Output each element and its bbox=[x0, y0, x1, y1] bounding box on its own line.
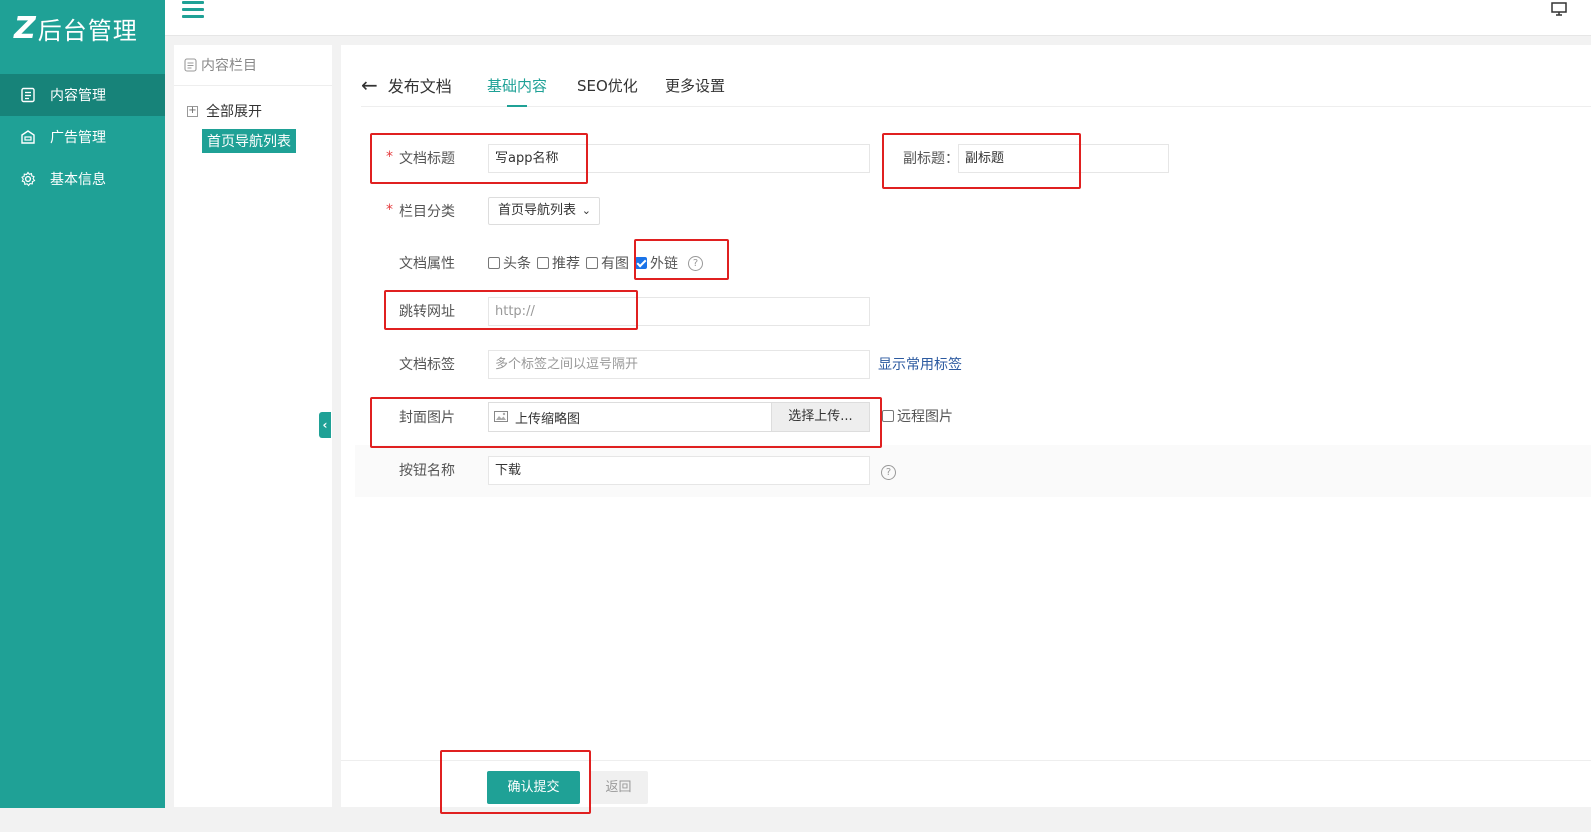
help-icon[interactable]: ? bbox=[881, 465, 896, 480]
sidebar-item-label: 广告管理 bbox=[50, 130, 106, 146]
tree-header-label: 内容栏目 bbox=[201, 58, 257, 74]
back-to-list-button[interactable]: ← 发布文档 bbox=[361, 73, 452, 97]
sidebar-item-label: 内容管理 bbox=[50, 88, 106, 104]
sidebar: Z 后台管理 内容管理 广告管理 基本信息 bbox=[0, 0, 165, 808]
tab-more-settings[interactable]: 更多设置 bbox=[665, 75, 725, 107]
back-button[interactable]: 返回 bbox=[589, 771, 648, 804]
cover-label: 封面图片 bbox=[399, 410, 455, 426]
document-icon bbox=[184, 58, 197, 72]
category-label: * 栏目分类 bbox=[386, 202, 455, 220]
attribute-headline[interactable]: 头条 bbox=[488, 253, 531, 273]
form-row-attributes: 文档属性 头条 推荐 有图 外链 ? bbox=[341, 253, 1591, 293]
monitor-icon[interactable] bbox=[1551, 2, 1567, 16]
top-header bbox=[165, 0, 1591, 36]
sidebar-item-ads[interactable]: 广告管理 bbox=[0, 116, 165, 158]
checkbox[interactable] bbox=[537, 257, 549, 269]
gear-icon bbox=[20, 171, 36, 187]
column-tree-panel: 内容栏目 + 全部展开 首页导航列表 bbox=[174, 45, 332, 807]
required-mark: * bbox=[386, 202, 393, 218]
sidebar-item-content[interactable]: 内容管理 bbox=[0, 74, 165, 116]
attribute-external-link[interactable]: 外链 bbox=[635, 253, 678, 273]
button-name-input[interactable]: 下载 bbox=[488, 456, 870, 485]
tree-node-home-nav[interactable]: 首页导航列表 bbox=[202, 129, 296, 153]
choose-upload-button[interactable]: 选择上传... bbox=[771, 403, 869, 431]
checkbox-checked[interactable] bbox=[635, 257, 647, 269]
tabs-row: ← 发布文档 基础内容 SEO优化 更多设置 bbox=[361, 73, 1591, 107]
logo: Z 后台管理 bbox=[0, 0, 165, 57]
cover-upload-field[interactable]: 上传缩略图 选择上传... bbox=[488, 402, 870, 432]
attributes-checkbox-group: 头条 推荐 有图 外链 ? bbox=[488, 253, 703, 273]
image-icon bbox=[494, 411, 508, 422]
form-row-category: * 栏目分类 首页导航列表 ⌄ bbox=[341, 197, 1591, 241]
tab-basic-content[interactable]: 基础内容 bbox=[487, 75, 547, 107]
tags-input[interactable]: 多个标签之间以逗号隔开 bbox=[488, 350, 870, 379]
show-common-tags-link[interactable]: 显示常用标签 bbox=[878, 354, 962, 374]
logo-mark: Z bbox=[14, 11, 36, 46]
title-input[interactable]: 写app名称 bbox=[488, 144, 870, 173]
sidebar-item-basic-info[interactable]: 基本信息 bbox=[0, 158, 165, 200]
subtitle-input[interactable]: 副标题 bbox=[958, 144, 1169, 173]
main-content: ← 发布文档 基础内容 SEO优化 更多设置 * 文档标题 写app名称 副标题：… bbox=[341, 45, 1591, 807]
attribute-has-image[interactable]: 有图 bbox=[586, 253, 629, 273]
form-row-button-name: 按钮名称 下载 ? bbox=[341, 456, 1591, 500]
tree-header: 内容栏目 bbox=[174, 45, 332, 86]
checkbox[interactable] bbox=[488, 257, 500, 269]
document-icon bbox=[20, 87, 36, 103]
checkbox[interactable] bbox=[586, 257, 598, 269]
redirect-url-label: 跳转网址 bbox=[399, 304, 455, 320]
remote-image-toggle[interactable]: 远程图片 bbox=[882, 406, 953, 426]
back-label: 发布文档 bbox=[387, 77, 452, 96]
menu-toggle-icon[interactable] bbox=[182, 1, 204, 21]
collapse-panel-icon[interactable]: ‹ bbox=[319, 412, 331, 438]
form-footer: 确认提交 返回 bbox=[341, 760, 1591, 807]
tags-label: 文档标签 bbox=[399, 357, 455, 373]
tab-seo[interactable]: SEO优化 bbox=[577, 75, 638, 107]
expand-all-toggle[interactable]: + 全部展开 bbox=[187, 101, 332, 121]
upload-placeholder: 上传缩略图 bbox=[515, 412, 581, 427]
form-row-cover: 封面图片 上传缩略图 选择上传... 远程图片 bbox=[341, 402, 1591, 447]
chevron-down-icon: ⌄ bbox=[581, 204, 591, 217]
submit-button[interactable]: 确认提交 bbox=[487, 771, 580, 804]
form-row-redirect-url: 跳转网址 http:// bbox=[341, 297, 1591, 341]
form-row-tags: 文档标签 多个标签之间以逗号隔开 显示常用标签 bbox=[341, 350, 1591, 394]
required-mark: * bbox=[386, 149, 393, 165]
subtitle-label: 副标题： bbox=[903, 151, 959, 167]
expand-all-label: 全部展开 bbox=[206, 104, 262, 120]
help-icon[interactable]: ? bbox=[688, 255, 703, 271]
ad-icon bbox=[20, 129, 36, 145]
button-name-label: 按钮名称 bbox=[399, 463, 455, 479]
redirect-url-input[interactable]: http:// bbox=[488, 297, 870, 326]
attributes-label: 文档属性 bbox=[399, 256, 455, 272]
form-row-title: * 文档标题 写app名称 副标题： 副标题 bbox=[341, 144, 1591, 188]
title-label: * 文档标题 bbox=[386, 149, 455, 167]
checkbox[interactable] bbox=[882, 410, 894, 422]
attribute-recommend[interactable]: 推荐 bbox=[537, 253, 580, 273]
category-select[interactable]: 首页导航列表 ⌄ bbox=[488, 197, 600, 225]
plus-icon: + bbox=[187, 104, 198, 117]
sidebar-item-label: 基本信息 bbox=[50, 172, 106, 188]
sidebar-menu: 内容管理 广告管理 基本信息 bbox=[0, 74, 165, 200]
arrow-left-icon: ← bbox=[361, 73, 378, 97]
app-title: 后台管理 bbox=[37, 17, 138, 45]
